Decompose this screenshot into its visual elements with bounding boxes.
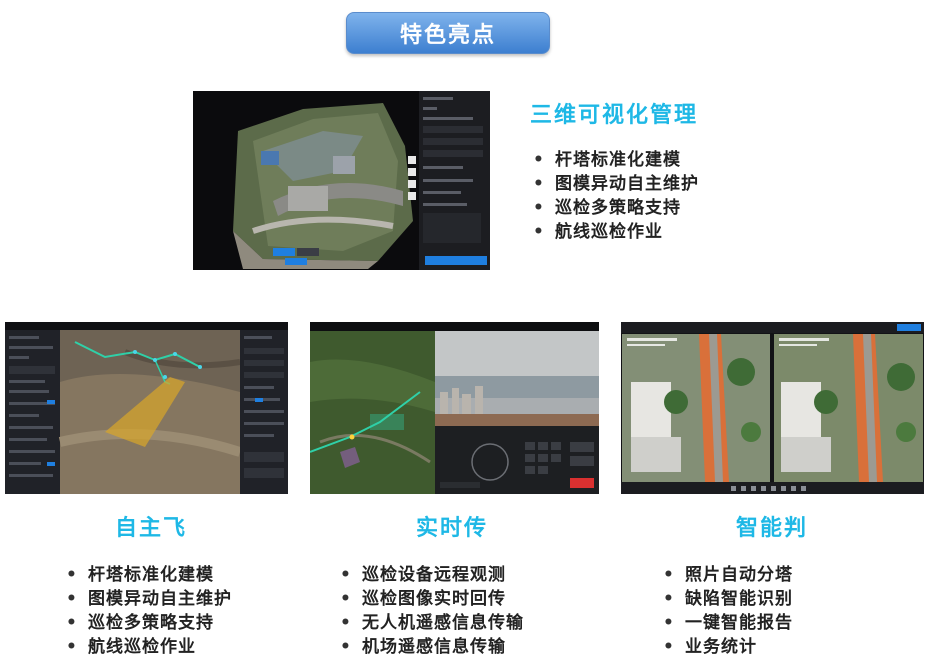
list-item: • 图模异动自主维护	[533, 174, 699, 194]
page-title: 特色亮点	[346, 12, 550, 54]
list-item: • 照片自动分塔	[663, 565, 793, 585]
list-item: • 巡检设备远程观测	[340, 565, 506, 585]
autonomous-flight-screenshot	[5, 322, 288, 494]
3d-visualization-heading: 三维可视化管理	[530, 103, 699, 128]
3d-visualization-bullets: • 杆塔标准化建模 • 图模异动自主维护 • 巡检多策略支持 • 航线巡检作业	[533, 148, 699, 244]
list-item: • 巡检多策略支持	[533, 198, 681, 218]
autonomous-flight-bullets: • 杆塔标准化建模 • 图模异动自主维护 • 巡检多策略支持 • 航线巡检作业	[66, 563, 232, 659]
list-item: • 机场遥感信息传输	[340, 637, 506, 657]
list-item: • 无人机遥感信息传输	[340, 613, 524, 633]
list-item: • 杆塔标准化建模	[66, 565, 214, 585]
realtime-transmission-screenshot	[310, 322, 599, 494]
list-item: • 巡检多策略支持	[66, 613, 214, 633]
autonomous-flight-heading: 自主飞	[115, 516, 188, 541]
3d-visualization-screenshot	[193, 91, 490, 270]
list-item: • 航线巡检作业	[533, 222, 663, 242]
realtime-transmission-heading: 实时传	[416, 516, 489, 541]
intelligent-judgment-bullets: • 照片自动分塔 • 缺陷智能识别 • 一键智能报告 • 业务统计	[663, 563, 793, 659]
list-item: • 巡检图像实时回传	[340, 589, 506, 609]
realtime-transmission-bullets: • 巡检设备远程观测 • 巡检图像实时回传 • 无人机遥感信息传输 • 机场遥感信息传输	[340, 563, 524, 659]
intelligent-judgment-screenshot	[621, 322, 924, 494]
list-item: • 图模异动自主维护	[66, 589, 232, 609]
list-item: • 缺陷智能识别	[663, 589, 793, 609]
intelligent-judgment-heading: 智能判	[736, 516, 809, 541]
list-item: • 杆塔标准化建模	[533, 150, 681, 170]
list-item: • 业务统计	[663, 637, 757, 657]
list-item: • 一键智能报告	[663, 613, 793, 633]
list-item: • 航线巡检作业	[66, 637, 196, 657]
